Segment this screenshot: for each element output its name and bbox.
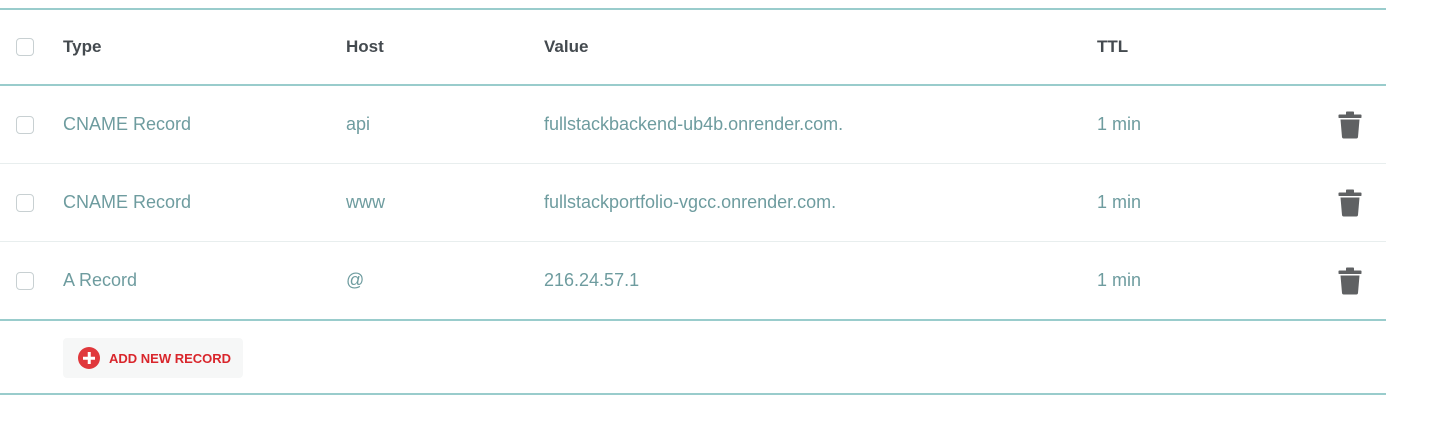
table-header-row: Type Host Value TTL bbox=[0, 10, 1386, 86]
plus-circle-icon bbox=[78, 347, 100, 369]
add-new-record-label: ADD NEW RECORD bbox=[109, 350, 232, 366]
column-header-type[interactable]: Type bbox=[63, 10, 101, 84]
row-checkbox[interactable] bbox=[16, 271, 34, 290]
column-header-ttl[interactable]: TTL bbox=[1097, 10, 1128, 84]
record-type[interactable]: A Record bbox=[63, 242, 137, 319]
table-row: A Record @ 216.24.57.1 1 min bbox=[0, 242, 1386, 321]
trash-icon[interactable] bbox=[1338, 189, 1362, 217]
table-row: CNAME Record www fullstackportfolio-vgcc… bbox=[0, 164, 1386, 242]
dns-records-table: Type Host Value TTL CNAME Record api ful… bbox=[0, 8, 1386, 395]
record-ttl[interactable]: 1 min bbox=[1097, 242, 1141, 319]
row-checkbox[interactable] bbox=[16, 115, 34, 134]
table-row: CNAME Record api fullstackbackend-ub4b.o… bbox=[0, 86, 1386, 164]
trash-icon[interactable] bbox=[1338, 267, 1362, 295]
select-all-checkbox[interactable] bbox=[16, 38, 34, 56]
record-type[interactable]: CNAME Record bbox=[63, 164, 191, 241]
trash-icon[interactable] bbox=[1338, 111, 1362, 139]
record-type[interactable]: CNAME Record bbox=[63, 86, 191, 163]
column-header-host[interactable]: Host bbox=[346, 10, 384, 84]
record-value[interactable]: 216.24.57.1 bbox=[544, 242, 639, 319]
record-host[interactable]: www bbox=[346, 164, 385, 241]
add-new-record-button[interactable]: ADD NEW RECORD bbox=[63, 338, 244, 378]
record-host[interactable]: api bbox=[346, 86, 370, 163]
record-ttl[interactable]: 1 min bbox=[1097, 164, 1141, 241]
record-ttl[interactable]: 1 min bbox=[1097, 86, 1141, 163]
column-header-value[interactable]: Value bbox=[544, 10, 588, 84]
record-host[interactable]: @ bbox=[346, 242, 364, 319]
record-value[interactable]: fullstackbackend-ub4b.onrender.com. bbox=[544, 86, 843, 163]
table-footer: ADD NEW RECORD bbox=[0, 321, 1386, 395]
row-checkbox[interactable] bbox=[16, 193, 34, 212]
record-value[interactable]: fullstackportfolio-vgcc.onrender.com. bbox=[544, 164, 836, 241]
